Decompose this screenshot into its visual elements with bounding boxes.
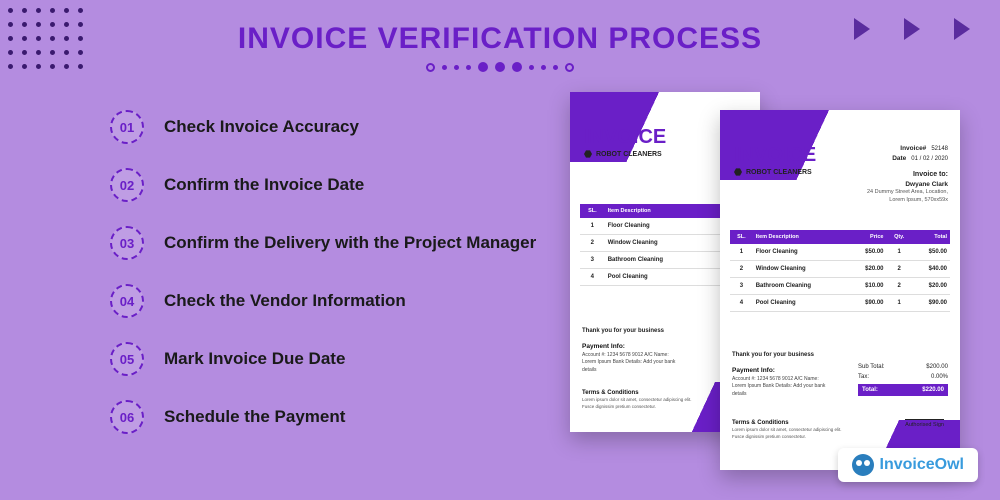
invoice-totals: Sub Total:$200.00 Tax:0.00% Total:$220.0… — [858, 362, 948, 396]
invoice-terms-body: Lorem ipsum dolor sit amet, consectetur … — [732, 427, 842, 438]
step-number-badge: 06 — [110, 400, 144, 434]
hexagon-icon — [734, 168, 742, 176]
invoice-payment-heading: Payment Info: — [732, 367, 775, 374]
step-item: 01 Check Invoice Accuracy — [110, 110, 536, 144]
invoice-company: ROBOT CLEANERS — [734, 168, 812, 176]
th-sl: SL. — [730, 230, 753, 244]
step-label: Mark Invoice Due Date — [164, 349, 345, 369]
th-sl: SL. — [580, 204, 605, 218]
table-row: 4Pool Cleaning$90.001$90.00 — [730, 295, 950, 312]
invoice-terms-heading: Terms & Conditions — [732, 420, 789, 426]
step-label: Schedule the Payment — [164, 407, 345, 427]
th-desc: Item Description — [753, 230, 849, 244]
table-row: 3Bathroom Cleaning$10.002$20.00 — [730, 278, 950, 295]
invoice-bill-to: Invoice to: Dwyane Clark 24 Dummy Street… — [858, 170, 948, 205]
invoice-payment-body: Account #: 1234 5678 9012 A/C Name: Lore… — [582, 352, 675, 373]
step-number-badge: 05 — [110, 342, 144, 376]
step-label: Check the Vendor Information — [164, 291, 406, 311]
hexagon-icon — [584, 150, 592, 158]
page-title: INVOICE VERIFICATION PROCESS — [0, 22, 1000, 56]
step-label: Confirm the Delivery with the Project Ma… — [164, 233, 536, 253]
th-total: Total — [912, 230, 950, 244]
step-item: 06 Schedule the Payment — [110, 400, 536, 434]
invoice-terms-heading: Terms & Conditions — [582, 390, 639, 396]
step-list: 01 Check Invoice Accuracy 02 Confirm the… — [110, 110, 536, 434]
invoice-card-front: INVOICE ROBOT CLEANERS Invoice# 52148 Da… — [720, 110, 960, 470]
step-item: 03 Confirm the Delivery with the Project… — [110, 226, 536, 260]
table-row: 1Floor Cleaning$50.001$50.00 — [730, 244, 950, 261]
invoice-heading: INVOICE — [734, 144, 816, 167]
invoice-payment-info: Payment Info: Account #: 1234 5678 9012 … — [732, 366, 832, 398]
brand-name: InvoiceOwl — [880, 456, 964, 474]
invoice-terms: Terms & Conditions Lorem ipsum dolor sit… — [582, 389, 702, 410]
invoice-payment-body: Account #: 1234 5678 9012 A/C Name: Lore… — [732, 376, 825, 397]
th-qty: Qty. — [887, 230, 912, 244]
step-item: 02 Confirm the Invoice Date — [110, 168, 536, 202]
invoice-thanks: Thank you for your business — [732, 352, 814, 358]
invoice-preview-stack: INVOICE ROBOT CLEANERS SL. Item Descript… — [570, 92, 920, 482]
step-label: Check Invoice Accuracy — [164, 117, 359, 137]
brand-badge: InvoiceOwl — [838, 448, 978, 482]
th-desc: Item Description — [605, 204, 709, 218]
step-label: Confirm the Invoice Date — [164, 175, 364, 195]
title-divider-dots — [0, 62, 1000, 72]
table-row: 2Window Cleaning$20.002$40.00 — [730, 261, 950, 278]
invoice-company-name: ROBOT CLEANERS — [596, 151, 662, 158]
invoice-thanks: Thank you for your business — [582, 328, 664, 334]
invoice-payment-info: Payment Info: Account #: 1234 5678 9012 … — [582, 342, 682, 374]
step-item: 05 Mark Invoice Due Date — [110, 342, 536, 376]
step-number-badge: 01 — [110, 110, 144, 144]
invoice-sign-label: Authorised Sign — [905, 419, 944, 428]
invoice-payment-heading: Payment Info: — [582, 343, 625, 350]
th-price: Price — [848, 230, 886, 244]
step-number-badge: 04 — [110, 284, 144, 318]
invoice-heading: INVOICE — [584, 126, 666, 149]
step-number-badge: 02 — [110, 168, 144, 202]
step-number-badge: 03 — [110, 226, 144, 260]
invoice-meta: Invoice# 52148 Date 01 / 02 / 2020 — [892, 144, 948, 164]
invoice-company-name: ROBOT CLEANERS — [746, 169, 812, 176]
step-item: 04 Check the Vendor Information — [110, 284, 536, 318]
owl-icon — [852, 454, 874, 476]
invoice-terms-body: Lorem ipsum dolor sit amet, consectetur … — [582, 397, 692, 408]
invoice-company: ROBOT CLEANERS — [584, 150, 662, 158]
invoice-terms: Terms & Conditions Lorem ipsum dolor sit… — [732, 419, 852, 440]
invoice-table: SL. Item Description Price Qty. Total 1F… — [730, 230, 950, 312]
